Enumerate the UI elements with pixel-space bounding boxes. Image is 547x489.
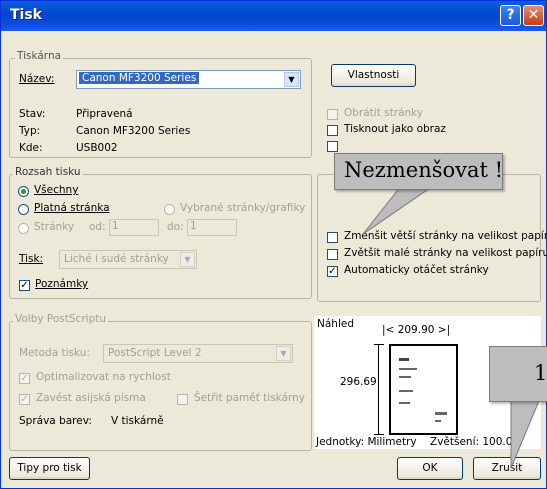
shrink-large-checkbox[interactable] [327,232,338,243]
type-value: Canon MF3200 Series [76,125,191,137]
print-method-label: Metoda tisku: [19,347,90,359]
reverse-pages-label: Obrátit stránky [344,107,424,119]
chevron-down-icon: ▼ [284,72,299,87]
status-value: Připravená [76,108,133,120]
comments-label: Poznámky [35,278,89,290]
reverse-pages-checkbox[interactable] [327,109,338,120]
preview-width-value: 209.90 [397,324,435,336]
units-label: Jednotky: Milimetry [316,436,417,448]
status-label: Stav: [19,108,46,120]
height-dimension-line [374,344,384,435]
callout-pointer [362,186,434,235]
all-pages-label: Všechny [34,184,79,196]
chevron-down-icon: ▼ [276,346,291,361]
print-method-value: PostScript Level 2 [108,347,202,359]
tips-button[interactable]: Tipy pro tisk [9,457,90,480]
download-fonts-checkbox[interactable]: ✓ [19,394,30,405]
where-value: USB002 [76,142,118,154]
from-label: od: [89,221,106,233]
postscript-group-label: Volby PostScriptu [13,313,109,325]
preview-width-dimension: |< 209.90 >| [382,324,451,336]
print-subset-label: Tisk: [19,253,44,265]
preview-height-value: 296.69 [340,376,377,388]
color-management-label: Správa barev: [19,415,92,427]
enlarge-small-label: Zvětšit malé stránky na velikost papíru [344,247,547,259]
download-fonts-label: Zavést asijská písma [36,392,146,404]
color-management-value: V tiskárně [111,415,164,427]
auto-rotate-label: Automaticky otáčet stránky [344,264,489,276]
preview-label: Náhled [317,318,354,330]
ok-button[interactable]: OK [397,457,463,480]
print-method-select[interactable]: PostScript Level 2 ▼ [103,344,293,363]
page-range-label: Stránky [34,221,75,233]
hundred-callout-text: 10 [534,361,547,385]
save-memory-label: Šetřit paměť tiskárny [194,392,306,404]
enlarge-small-checkbox[interactable] [327,249,338,260]
callout-pointer-2 [510,396,542,469]
print-as-image-checkbox[interactable] [327,125,338,136]
chevron-down-icon: ▼ [180,252,195,267]
page-thumbnail [389,344,458,435]
print-subset-select[interactable]: Liché i sudé stránky ▼ [59,250,197,269]
no-shrink-callout: Nezmenšovat ! [334,153,503,190]
where-label: Kde: [19,142,43,154]
print-range-label: Rozsah tisku [13,166,83,178]
current-page-label: Platná stránka [34,202,110,214]
printer-name-label: Název: [19,73,55,85]
selected-pages-label: Vybrané stránky/grafiky [180,202,306,214]
page-range-radio[interactable] [18,223,29,234]
printer-select-value: Canon MF3200 Series [79,72,200,84]
printer-select[interactable]: Canon MF3200 Series ▼ [76,70,301,89]
optimize-checkbox[interactable]: ✓ [19,373,30,384]
print-as-image-label: Tisknout jako obraz [344,123,446,135]
dialog-title: Tisk [10,7,42,23]
title-bar: Tisk ? ✕ [1,1,546,31]
comments-checkbox[interactable]: ✓ [19,280,30,291]
optimize-label: Optimalizovat na rychlost [36,371,171,383]
close-button[interactable]: ✕ [523,5,544,26]
print-dialog: Tisk ? ✕ Tiskárna Název: Canon MF3200 Se… [0,0,547,489]
from-input[interactable]: 1 [109,219,159,236]
current-page-radio[interactable] [18,204,29,215]
to-label: do: [167,221,184,233]
properties-button[interactable]: Vlastnosti [331,64,416,87]
help-button[interactable]: ? [500,5,521,26]
hidden-option-checkbox[interactable] [327,141,338,152]
all-pages-radio[interactable] [18,186,29,197]
auto-rotate-checkbox[interactable]: ✓ [327,266,338,277]
no-shrink-callout-text: Nezmenšovat ! [344,158,504,182]
printer-group-label: Tiskárna [15,50,64,62]
type-label: Typ: [19,125,41,137]
postscript-group [9,321,312,451]
to-input[interactable]: 1 [187,219,237,236]
selected-pages-radio[interactable] [164,204,175,215]
print-subset-value: Liché i sudé stránky [64,253,169,265]
hundred-callout: 10 [489,346,547,402]
save-memory-checkbox[interactable] [177,394,188,405]
